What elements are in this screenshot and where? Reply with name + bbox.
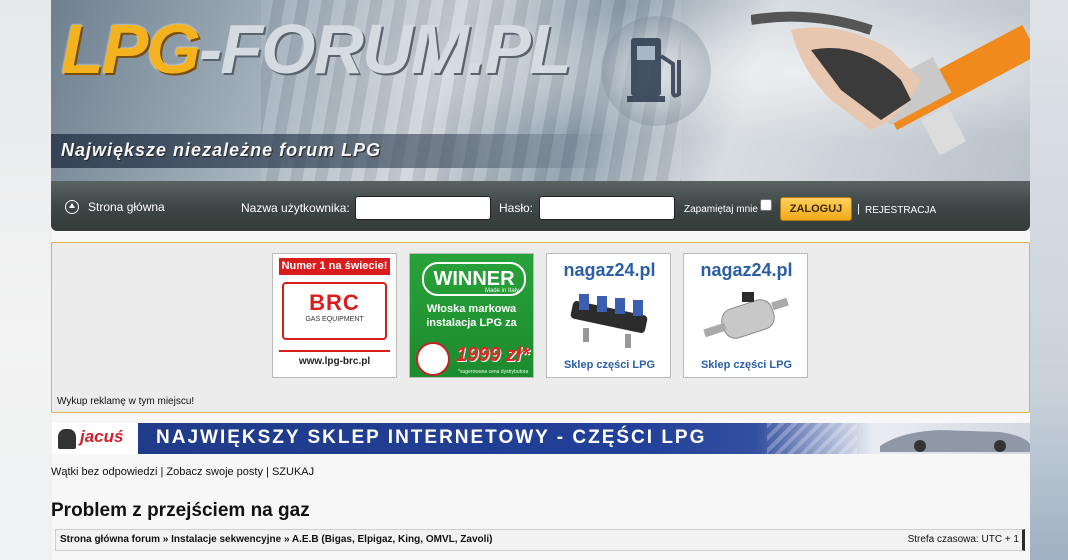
remember-me-label: Zapamiętaj mnie (684, 204, 758, 215)
logo-lpg-text: LPG (61, 10, 201, 88)
header-tagline-bar: Największe niezależne forum LPG (51, 134, 611, 168)
ad-brc[interactable]: Numer 1 na świecie! BRC GAS EQUIPMENT ww… (272, 253, 397, 378)
ad-nagaz24-filter[interactable]: nagaz24.pl Sklep części LPG (683, 253, 808, 378)
brc-subtitle: GAS EQUIPMENT (305, 316, 364, 323)
username-input[interactable] (355, 196, 491, 220)
nagaz-caption: Sklep części LPG (563, 359, 656, 371)
login-button[interactable]: ZALOGUJ (780, 197, 852, 221)
car-image (880, 430, 1030, 452)
ad-winner[interactable]: WINNER Made in Italy Włoska markowa inst… (409, 253, 534, 378)
brc-logo: BRC GAS EQUIPMENT (282, 282, 387, 340)
your-posts-link[interactable]: Zobacz swoje posty (166, 466, 263, 478)
remember-me-checkbox[interactable] (760, 199, 772, 211)
home-link[interactable]: Strona główna (88, 200, 165, 214)
ad-nagaz24-injectors[interactable]: nagaz24.pl Sklep części LPG (546, 253, 671, 378)
banner-stripes (767, 423, 857, 454)
winner-price: 1999 zł* (456, 344, 530, 366)
lpg-nozzle-hand-image (751, 11, 1030, 156)
nagaz-brand: nagaz24.pl (563, 260, 656, 280)
fuel-pump-icon (601, 16, 711, 126)
page-container: LPG-FORUM.PL Największe niezależne forum… (51, 0, 1030, 560)
topic-title: Problem z przejściem na gaz (51, 500, 310, 521)
nagaz-caption: Sklep części LPG (700, 359, 793, 371)
jacus-banner-ad[interactable]: jacuś NAJWIĘKSZY SKLEP INTERNETOWY - CZĘ… (52, 423, 1030, 454)
password-input[interactable] (539, 196, 675, 220)
logo-forum-text: -FORUM.PL (198, 10, 572, 88)
login-navbar: Strona główna Nazwa użytkownika: Hasło: … (51, 181, 1030, 231)
right-page-margin (1030, 0, 1068, 560)
timezone-label: Strefa czasowa: UTC + 1 (907, 534, 1019, 545)
zavoli-logo (416, 342, 450, 376)
gas-filter-image (703, 292, 789, 339)
register-link[interactable]: REJESTRACJA (865, 205, 936, 216)
winner-made-in: Made in Italy (484, 288, 519, 294)
username-label: Nazwa użytkownika: (241, 201, 350, 215)
nagaz-brand: nagaz24.pl (700, 260, 793, 280)
link-separator: | (160, 466, 164, 478)
brc-brand: BRC (309, 290, 360, 315)
winner-text: Włoska markowa instalacja LPG za (426, 303, 517, 329)
breadcrumb-path[interactable]: Strona główna forum » Instalacje sekwenc… (60, 530, 493, 550)
link-separator: | (266, 466, 269, 478)
left-page-margin (0, 0, 52, 560)
ad-brc-url: www.lpg-brc.pl (279, 350, 390, 372)
quick-links: Wątki bez odpowiedzi | Zobacz swoje post… (51, 466, 314, 478)
ad-brc-headline: Numer 1 na świecie! (279, 258, 390, 275)
jacus-logo: jacuś (52, 423, 138, 454)
jacus-brand: jacuś (80, 427, 124, 446)
header-tagline: Największe niezależne forum LPG (61, 140, 382, 160)
buy-ad-space-link[interactable]: Wykup reklamę w tym miejscu! (57, 396, 194, 407)
advertisement-box: Numer 1 na świecie! BRC GAS EQUIPMENT ww… (51, 242, 1030, 413)
jacus-banner-text: NAJWIĘKSZY SKLEP INTERNETOWY - CZĘŚCI LP… (156, 427, 707, 448)
injector-rail-image (570, 294, 648, 348)
password-label: Hasło: (499, 201, 534, 215)
jacus-mascot-icon (58, 429, 76, 449)
nav-separator: | (857, 203, 860, 215)
site-logo[interactable]: LPG-FORUM.PL (61, 14, 572, 84)
unanswered-topics-link[interactable]: Wątki bez odpowiedzi (51, 466, 157, 478)
home-icon[interactable] (65, 200, 79, 214)
breadcrumb: Strona główna forum » Instalacje sekwenc… (55, 529, 1025, 551)
winner-price-note: *sugerowana cena dystrybutora (458, 369, 529, 375)
search-link[interactable]: SZUKAJ (272, 466, 314, 478)
site-header-banner: LPG-FORUM.PL Największe niezależne forum… (51, 0, 1030, 181)
